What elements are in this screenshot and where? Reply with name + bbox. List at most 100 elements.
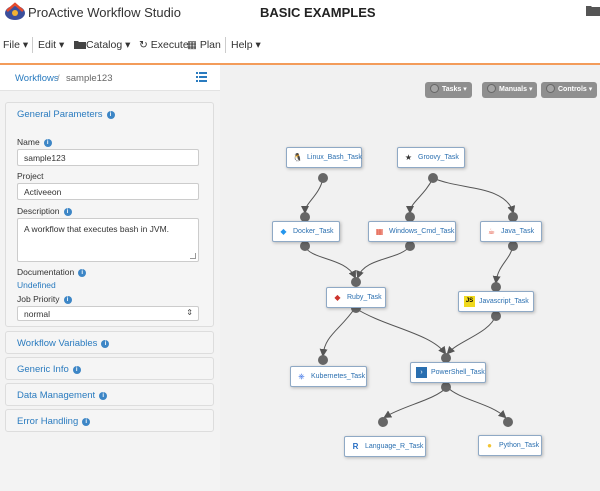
info-icon[interactable]: i <box>72 366 81 374</box>
input-port[interactable] <box>351 277 361 287</box>
menu-help[interactable]: Help ▾ <box>231 39 261 51</box>
edge-linux-docker <box>301 177 324 214</box>
edge-powershell-python <box>446 386 507 419</box>
breadcrumb-current: sample123 <box>66 73 113 84</box>
menu-divider <box>32 37 33 53</box>
task-language-r[interactable]: R Language_R_Task <box>344 436 426 457</box>
task-label: Language_R_Task <box>365 443 424 450</box>
task-ruby[interactable]: ◆ Ruby_Task <box>326 287 386 308</box>
description-value: A workflow that executes bash in JVM. <box>24 224 170 234</box>
info-icon[interactable]: i <box>82 418 91 426</box>
data-management-label: Data Management <box>17 390 96 401</box>
general-parameters-panel: General Parameters i Name i sample123 Proj… <box>5 102 214 327</box>
job-priority-select[interactable]: normal ⇕ <box>17 306 199 321</box>
workflow-canvas[interactable]: Tasks ▾ Manuals ▾ Controls ▾ 🐧 Linux_Bas… <box>220 65 600 491</box>
breadcrumb-workflows-link[interactable]: Workflows <box>15 73 59 84</box>
edge-docker-ruby <box>304 245 356 279</box>
linux-tux-icon: 🐧 <box>292 153 303 162</box>
data-management-panel[interactable]: Data Management i <box>5 383 214 406</box>
breadcrumb: Workflows / sample123 <box>0 65 220 91</box>
info-icon[interactable]: i <box>99 392 108 400</box>
windows-flag-icon: ▦ <box>375 227 384 236</box>
output-port[interactable] <box>508 241 518 251</box>
description-textarea[interactable]: A workflow that executes bash in JVM. <box>17 218 199 262</box>
output-port[interactable] <box>441 382 451 392</box>
task-label: Docker_Task <box>293 228 334 235</box>
menu-plan[interactable]: ▦ Plan <box>187 39 221 51</box>
info-icon[interactable]: i <box>43 139 52 147</box>
menu-execute-label: Execute <box>150 39 189 51</box>
task-java[interactable]: ☕ Java_Task <box>480 221 542 242</box>
output-port[interactable] <box>318 173 328 183</box>
project-input[interactable]: Activeeon <box>17 183 199 200</box>
docker-whale-icon: ◆ <box>280 227 287 236</box>
workflow-graph-edges <box>301 177 516 419</box>
task-kubernetes[interactable]: ⎈ Kubernetes_Task <box>290 366 367 387</box>
execute-icon: ↻ <box>139 39 148 51</box>
task-label: Python_Task <box>499 442 540 449</box>
generic-info-title[interactable]: Generic Info i <box>17 364 81 375</box>
menu-catalog[interactable]: Catalog ▾ <box>74 39 130 51</box>
task-label: Windows_Cmd_Task <box>389 228 455 235</box>
edge-ruby-kubernetes <box>319 307 356 357</box>
info-icon[interactable]: i <box>101 340 110 348</box>
folder-icon[interactable] <box>586 4 600 16</box>
output-port[interactable] <box>300 241 310 251</box>
documentation-label-text: Documentation <box>17 267 75 277</box>
input-port[interactable] <box>503 417 513 427</box>
edge-powershell-language-r <box>383 386 448 419</box>
list-view-icon[interactable] <box>196 72 207 82</box>
groovy-star-icon: ★ <box>404 153 413 162</box>
page-heading: BASIC EXAMPLES <box>260 5 376 20</box>
task-powershell[interactable]: › PowerShell_Task <box>410 362 486 383</box>
task-label: Javascript_Task <box>479 298 529 305</box>
error-handling-title[interactable]: Error Handling i <box>17 416 91 427</box>
menu-file[interactable]: File ▾ <box>3 39 28 51</box>
menu-edit[interactable]: Edit ▾ <box>38 39 64 51</box>
documentation-link[interactable]: Undefined <box>17 280 56 290</box>
workflow-variables-title[interactable]: Workflow Variables i <box>17 338 110 349</box>
info-icon[interactable]: i <box>106 111 115 119</box>
description-label: Description i <box>17 206 72 216</box>
r-language-icon: R <box>352 442 359 451</box>
data-management-title[interactable]: Data Management i <box>17 390 108 401</box>
error-handling-panel[interactable]: Error Handling i <box>5 409 214 432</box>
catalog-folder-icon <box>74 41 86 49</box>
menu-bar: File ▾ Edit ▾ Catalog ▾ ↻ Execute ▦ Plan… <box>0 33 600 59</box>
menu-execute[interactable]: ↻ Execute <box>139 39 189 51</box>
task-label: Groovy_Task <box>418 154 459 161</box>
name-input[interactable]: sample123 <box>17 149 199 166</box>
java-cup-icon: ☕ <box>487 227 496 236</box>
output-port[interactable] <box>491 311 501 321</box>
name-label-text: Name <box>17 137 40 147</box>
documentation-label: Documentation i <box>17 267 87 277</box>
info-icon[interactable]: i <box>63 296 72 304</box>
input-port[interactable] <box>318 355 328 365</box>
task-docker[interactable]: ◆ Docker_Task <box>272 221 340 242</box>
general-parameters-title[interactable]: General Parameters i <box>17 109 115 120</box>
app-title: ProActive Workflow Studio <box>28 5 181 20</box>
kubernetes-wheel-icon: ⎈ <box>298 372 305 381</box>
javascript-js-icon: JS <box>464 296 475 307</box>
python-snake-icon: ● <box>487 441 492 450</box>
task-groovy[interactable]: ★ Groovy_Task <box>397 147 465 168</box>
task-javascript[interactable]: JS Javascript_Task <box>458 291 534 312</box>
project-label: Project <box>17 171 44 181</box>
breadcrumb-separator: / <box>57 73 60 84</box>
menu-plan-label: Plan <box>199 39 221 51</box>
task-label: Linux_Bash_Task <box>307 154 362 161</box>
input-port[interactable] <box>378 417 388 427</box>
edge-windows-ruby <box>356 245 411 279</box>
resize-grip-icon[interactable] <box>190 253 196 259</box>
output-port[interactable] <box>428 173 438 183</box>
generic-info-panel[interactable]: Generic Info i <box>5 357 214 380</box>
output-port[interactable] <box>405 241 415 251</box>
workflow-variables-label: Workflow Variables <box>17 338 98 349</box>
menu-catalog-label: Catalog ▾ <box>86 39 131 51</box>
task-python[interactable]: ● Python_Task <box>478 435 542 456</box>
workflow-variables-panel[interactable]: Workflow Variables i <box>5 331 214 354</box>
task-windows-cmd[interactable]: ▦ Windows_Cmd_Task <box>368 221 456 242</box>
task-linux-bash[interactable]: 🐧 Linux_Bash_Task <box>286 147 362 168</box>
info-icon[interactable]: i <box>78 269 87 277</box>
info-icon[interactable]: i <box>63 208 72 216</box>
